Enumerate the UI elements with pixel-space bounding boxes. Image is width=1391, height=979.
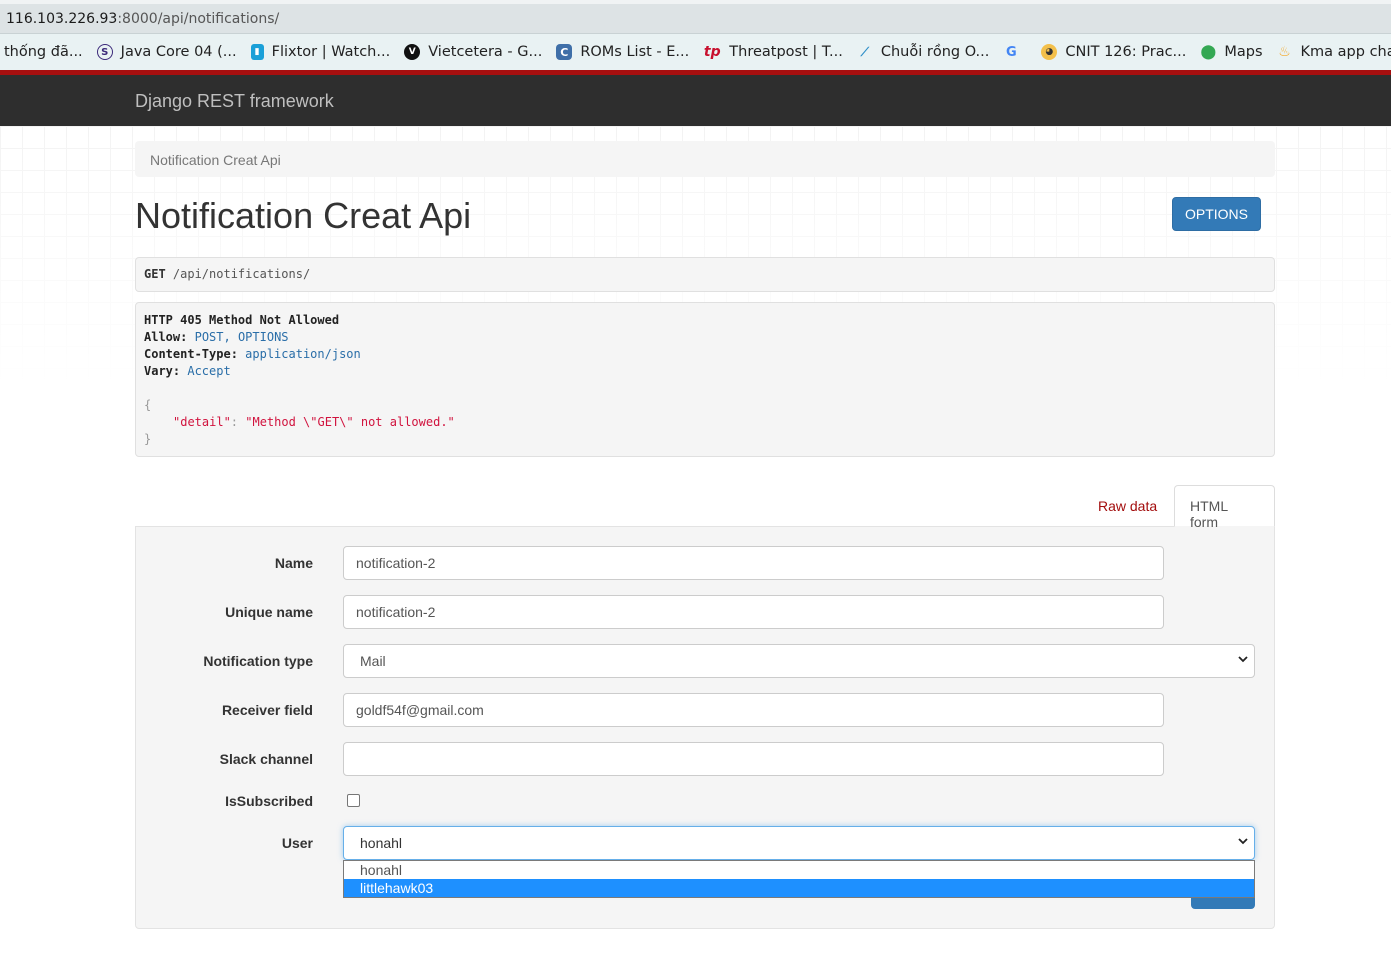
chart-icon: ⟋ <box>860 44 870 59</box>
unique-name-label: Unique name <box>225 604 313 620</box>
bookmark-label: ROMs List - E... <box>580 44 690 60</box>
chevron-down-icon <box>1238 838 1248 845</box>
json-key: "detail" <box>173 415 231 429</box>
json-value: "Method \"GET\" not allowed." <box>245 415 455 429</box>
notification-type-select[interactable]: Mail <box>343 644 1255 678</box>
bookmark-item[interactable]: ▮ Flixtor | Watch... <box>250 44 391 60</box>
name-input[interactable] <box>343 546 1164 580</box>
v-circle-icon: V <box>404 44 421 60</box>
unique-name-input[interactable] <box>343 595 1164 629</box>
notification-type-value: Mail <box>360 653 386 669</box>
bookmark-item[interactable]: V Vietcetera - G... <box>404 44 542 60</box>
bookmark-label: thống đã... <box>4 44 83 60</box>
tp-icon: tp <box>703 44 721 60</box>
navbar-brand[interactable]: Django REST framework <box>135 91 334 112</box>
user-option-highlighted[interactable]: littlehawk03 <box>344 879 1254 897</box>
request-method: GET <box>144 267 166 281</box>
bookmark-label: Kma app chat... <box>1300 44 1391 60</box>
user-select[interactable]: honahl <box>343 826 1255 860</box>
tab-html-form[interactable]: HTML form <box>1174 485 1275 530</box>
breadcrumb-item[interactable]: Notification Creat Api <box>150 152 281 168</box>
bookmark-label: Chuỗi rồng O... <box>880 44 990 60</box>
header-key-vary: Vary: <box>144 364 181 378</box>
url-host: 116.103.226.93 <box>6 11 118 27</box>
json-open-brace: { <box>144 398 152 412</box>
user-select-value: honahl <box>360 835 403 851</box>
penguin-icon: ◕ <box>1041 44 1058 60</box>
user-label: User <box>281 835 313 851</box>
json-close-brace: } <box>144 432 152 446</box>
header-value-vary: Accept <box>187 364 231 378</box>
user-dropdown-list: honahl littlehawk03 <box>343 860 1255 898</box>
bookmark-item[interactable]: thống đã... <box>4 44 83 60</box>
is-subscribed-label: IsSubscribed <box>225 793 313 809</box>
name-label: Name <box>274 555 313 571</box>
bookmark-label: Java Core 04 (... <box>120 44 237 60</box>
flixtor-icon: ▮ <box>250 44 264 60</box>
navbar: Django REST framework <box>0 75 1391 126</box>
bookmark-item[interactable]: ♨ Kma app chat... <box>1277 44 1391 60</box>
c-logo-icon: C <box>556 44 573 60</box>
receiver-field-label: Receiver field <box>221 702 313 718</box>
tab-raw-data[interactable]: Raw data <box>1084 486 1171 526</box>
bookmark-item[interactable]: ⬤ Maps <box>1200 44 1263 60</box>
bookmark-item[interactable]: ⟋ Chuỗi rồng O... <box>857 44 990 60</box>
s-circle-icon: S <box>96 44 113 60</box>
bookmark-item[interactable]: C ROMs List - E... <box>556 44 689 60</box>
request-path: /api/notifications/ <box>165 267 311 281</box>
bookmark-label: CNIT 126: Prac... <box>1065 44 1187 60</box>
bookmarks-bar: thống đã... S Java Core 04 (... ▮ Flixtor … <box>0 34 1391 70</box>
request-info: GET /api/notifications/ <box>135 257 1275 292</box>
bookmark-item[interactable]: tp Threatpost | T... <box>703 44 843 60</box>
options-button[interactable]: OPTIONS <box>1172 197 1261 231</box>
header-key-allow: Allow: <box>144 330 188 344</box>
is-subscribed-checkbox[interactable] <box>347 794 360 807</box>
response-info: HTTP 405 Method Not Allowed Allow: POST,… <box>135 302 1275 457</box>
page-title: Notification Creat Api <box>135 195 472 236</box>
breadcrumb: Notification Creat Api <box>135 141 1275 177</box>
chevron-down-icon <box>1238 656 1248 663</box>
bookmark-label: Vietcetera - G... <box>428 44 543 60</box>
header-value-content-type: application/json <box>245 347 361 361</box>
bookmark-label: Threatpost | T... <box>729 44 843 60</box>
google-icon: G <box>1006 44 1017 60</box>
bookmark-item[interactable]: G <box>1003 44 1027 60</box>
header-value-allow: POST, OPTIONS <box>194 330 289 344</box>
bookmark-label: Maps <box>1224 44 1263 60</box>
response-status: HTTP 405 Method Not Allowed <box>144 313 340 327</box>
header-key-content-type: Content-Type: <box>144 347 238 361</box>
address-bar[interactable]: 116.103.226.93:8000/api/notifications/ <box>0 4 1391 34</box>
notification-type-label: Notification type <box>203 653 313 669</box>
url-path: :8000/api/notifications/ <box>117 11 280 27</box>
slack-channel-input[interactable] <box>343 742 1164 776</box>
maps-pin-icon: ⬤ <box>1200 44 1217 60</box>
receiver-field-input[interactable] <box>343 693 1164 727</box>
bookmark-label: Flixtor | Watch... <box>271 44 391 60</box>
bookmark-item[interactable]: S Java Core 04 (... <box>96 44 237 60</box>
bookmark-item[interactable]: ◕ CNIT 126: Prac... <box>1041 44 1186 60</box>
firebase-icon: ♨ <box>1278 44 1291 60</box>
slack-channel-label: Slack channel <box>219 751 313 767</box>
user-option[interactable]: honahl <box>344 861 1254 879</box>
